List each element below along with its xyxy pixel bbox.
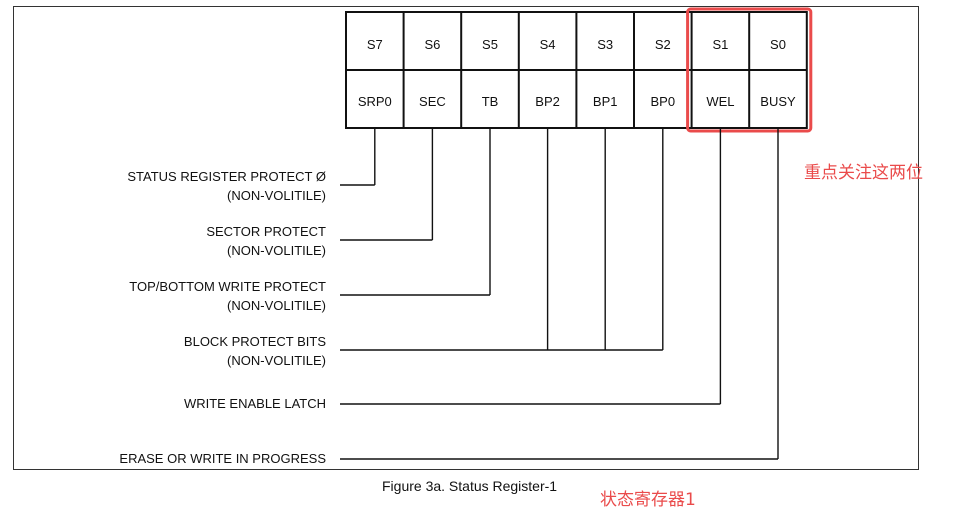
- field-label: WRITE ENABLE LATCH: [184, 396, 326, 411]
- field-label: ERASE OR WRITE IN PROGRESS: [119, 451, 326, 466]
- field-label-note: (NON-VOLITILE): [227, 188, 326, 203]
- bit-number-s0: S0: [770, 37, 786, 52]
- status-register-diagram: S7 S6 S5 S4 S3 S2 S1 S0 SRP0 SEC TB BP2 BP1 BP0 WEL BUS…: [119, 7, 813, 466]
- field-label-note: (NON-VOLITILE): [227, 353, 326, 368]
- field-label-note: (NON-VOLITILE): [227, 298, 326, 313]
- bit-number-s1: S1: [712, 37, 728, 52]
- caption-annotation: 状态寄存器1: [600, 490, 696, 510]
- bit-number-s6: S6: [424, 37, 440, 52]
- field-label: STATUS REGISTER PROTECT Ø: [127, 169, 326, 184]
- bit-name-bp0: BP0: [651, 94, 676, 109]
- bit-name-busy: BUSY: [760, 94, 796, 109]
- bit-number-s4: S4: [540, 37, 556, 52]
- bit-name-bp1: BP1: [593, 94, 618, 109]
- bit-name-bp2: BP2: [535, 94, 560, 109]
- figure-caption: Figure 3a. Status Register-1: [382, 478, 558, 494]
- bit-name-wel: WEL: [706, 94, 734, 109]
- bit-name-sec: SEC: [419, 94, 446, 109]
- bit-number-s7: S7: [367, 37, 383, 52]
- field-label: BLOCK PROTECT BITS: [184, 334, 326, 349]
- field-label: TOP/BOTTOM WRITE PROTECT: [129, 279, 326, 294]
- bit-number-s2: S2: [655, 37, 671, 52]
- bit-number-s5: S5: [482, 37, 498, 52]
- bit-number-s3: S3: [597, 37, 613, 52]
- bit-name-srp0: SRP0: [358, 94, 392, 109]
- field-label-note: (NON-VOLITILE): [227, 243, 326, 258]
- field-label: SECTOR PROTECT: [206, 224, 326, 239]
- focus-annotation: 重点关注这两位: [804, 163, 923, 183]
- bit-name-tb: TB: [482, 94, 499, 109]
